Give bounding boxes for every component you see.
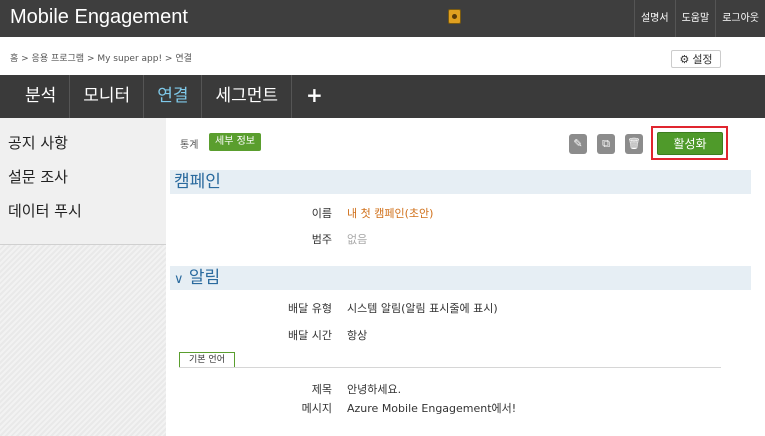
activate-highlight: 활성화 <box>651 126 728 160</box>
add-tab-button[interactable]: + <box>292 75 337 118</box>
delivery-type-value: 시스템 알림(알림 표시줄에 표시) <box>347 302 498 315</box>
name-value: 내 첫 캠페인(초안) <box>347 207 434 220</box>
language-tab-divider <box>179 367 721 368</box>
top-bar: Mobile Engagement 설명서 도움말 로그아웃 <box>0 0 765 37</box>
copy-icon[interactable]: ⧉ <box>597 134 615 154</box>
edit-icon[interactable]: ✎ <box>569 134 587 154</box>
help-link[interactable]: 도움말 <box>674 0 716 37</box>
sidebar-menu: 공지 사항 설문 조사 데이터 푸시 <box>0 118 166 245</box>
tab-analytics[interactable]: 분석 <box>12 75 71 118</box>
tab-monitor[interactable]: 모니터 <box>70 75 145 118</box>
app-title: Mobile Engagement <box>10 6 188 28</box>
tab-statistics[interactable]: 통계 <box>180 136 198 151</box>
tab-reach[interactable]: 연결 <box>144 75 203 118</box>
logout-link[interactable]: 로그아웃 <box>715 0 765 37</box>
settings-label: 설정 <box>692 53 713 66</box>
chevron-down-icon: ∨ <box>174 272 184 287</box>
documentation-link[interactable]: 설명서 <box>633 0 675 37</box>
default-language-tab[interactable]: 기본 언어 <box>179 352 235 368</box>
sidebar-item-announcements[interactable]: 공지 사항 <box>0 126 166 160</box>
campaign-section-heading: 캠페인 <box>170 170 751 194</box>
category-value: 없음 <box>347 233 368 246</box>
title-value: 안녕하세요. <box>347 383 402 396</box>
notification-heading-label: 알림 <box>188 268 221 288</box>
name-label: 이름 <box>311 207 332 220</box>
message-label: 메시지 <box>301 402 332 415</box>
message-value: Azure Mobile Engagement에서! <box>347 402 517 415</box>
category-label: 범주 <box>311 233 332 246</box>
notification-section-heading[interactable]: ∨ 알림 <box>170 266 751 290</box>
top-links: 설명서 도움말 로그아웃 <box>633 0 765 37</box>
breadcrumb-bar: 홈 > 응용 프로그램 > My super app! > 연결 <box>0 37 765 75</box>
gear-icon: ⚙ <box>679 52 690 66</box>
delivery-time-value: 항상 <box>347 329 368 342</box>
tab-details[interactable]: 세부 정보 <box>209 133 261 151</box>
main-nav: 분석 모니터 연결 세그먼트 + <box>0 75 765 118</box>
sidebar: 공지 사항 설문 조사 데이터 푸시 <box>0 118 166 436</box>
sidebar-item-polls[interactable]: 설문 조사 <box>0 160 166 194</box>
delivery-time-label: 배달 시간 <box>288 329 332 342</box>
activate-button[interactable]: 활성화 <box>657 132 723 155</box>
trash-icon[interactable]: 🗑 <box>625 134 643 154</box>
tab-segments[interactable]: 세그먼트 <box>202 75 293 118</box>
main-content: 통계 세부 정보 ✎ ⧉ 🗑 활성화 캠페인 이름 내 첫 캠페인(초안) 범주… <box>166 118 765 436</box>
sidebar-item-data-push[interactable]: 데이터 푸시 <box>0 194 166 228</box>
breadcrumb[interactable]: 홈 > 응용 프로그램 > My super app! > 연결 <box>10 51 192 64</box>
settings-button[interactable]: ⚙ 설정 <box>671 50 721 68</box>
delivery-type-label: 배달 유형 <box>288 302 332 315</box>
user-badge-icon[interactable] <box>448 9 461 24</box>
title-label: 제목 <box>311 383 332 396</box>
